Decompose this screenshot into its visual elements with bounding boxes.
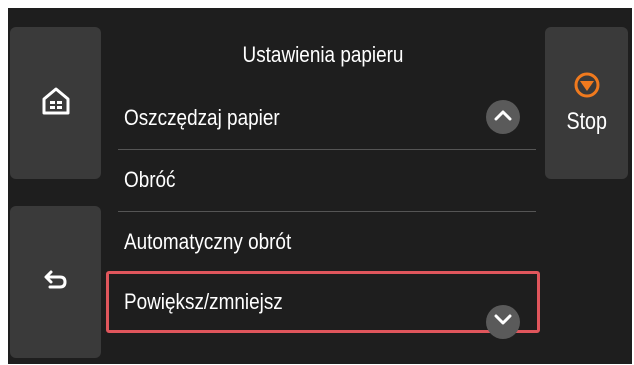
menu-item-zoom[interactable]: Powiększ/zmniejsz bbox=[106, 271, 540, 333]
menu-item-save-paper[interactable]: Oszczędzaj papier bbox=[108, 90, 538, 146]
scroll-up-button[interactable] bbox=[486, 100, 520, 134]
menu-item-auto-rotate[interactable]: Automatyczny obrót bbox=[108, 214, 538, 270]
page-title: Ustawienia papieru bbox=[242, 42, 404, 67]
printer-panel: Stop Ustawienia papieru Oszczędzaj papie… bbox=[0, 0, 634, 365]
divider bbox=[118, 149, 536, 150]
divider bbox=[118, 211, 536, 212]
menu-item-label: Oszczędzaj papier bbox=[124, 105, 280, 130]
menu-item-label: Automatyczny obrót bbox=[124, 229, 292, 254]
scroll-down-button[interactable] bbox=[486, 305, 520, 339]
chevron-up-icon bbox=[494, 108, 512, 126]
touch-screen: Stop Ustawienia papieru Oszczędzaj papie… bbox=[8, 8, 632, 364]
stop-label: Stop bbox=[566, 107, 607, 135]
menu-item-label: Obróć bbox=[124, 167, 176, 192]
back-arrow-icon bbox=[43, 267, 69, 298]
back-button[interactable] bbox=[10, 206, 101, 358]
stop-button[interactable]: Stop bbox=[545, 27, 628, 179]
menu-item-rotate[interactable]: Obróć bbox=[108, 152, 538, 208]
home-icon bbox=[41, 86, 71, 121]
stop-icon bbox=[573, 71, 601, 104]
home-button[interactable] bbox=[10, 27, 101, 179]
menu-item-label: Powiększ/zmniejsz bbox=[124, 289, 283, 314]
chevron-down-icon bbox=[494, 313, 512, 331]
